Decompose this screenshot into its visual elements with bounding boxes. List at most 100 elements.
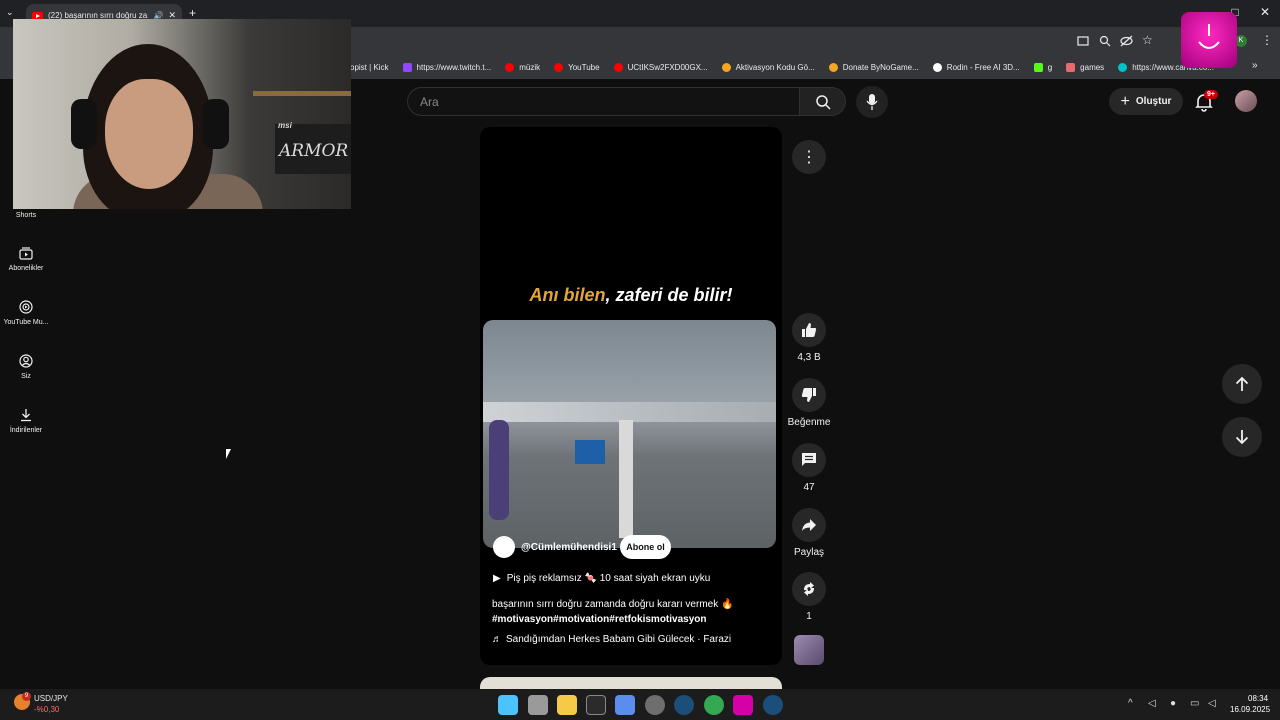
tray-overflow-icon[interactable]: ^ — [1128, 698, 1133, 709]
sidebar-item-downloads[interactable]: İndirilenler — [0, 408, 52, 434]
create-label: Oluştur — [1135, 96, 1172, 107]
dislike-button[interactable] — [792, 378, 826, 412]
bookmark-item[interactable]: opist | Kick — [350, 63, 389, 72]
clock-time[interactable]: 08:34 — [1248, 694, 1268, 703]
streamer-app-icon[interactable] — [733, 695, 753, 715]
tab-search-icon[interactable]: ⌄ — [6, 7, 14, 18]
voice-search-button[interactable] — [856, 86, 888, 118]
channel-name[interactable]: @Cümlemühendisi1 — [521, 542, 617, 553]
bookmark-item[interactable]: müzik — [505, 62, 540, 72]
sidebar-item-youtube-music[interactable]: YouTube Mu... — [0, 300, 52, 326]
shelf — [253, 91, 351, 96]
bookmark-item[interactable]: g — [1033, 62, 1052, 72]
bookmark-item[interactable]: Rodin - Free AI 3D... — [932, 62, 1020, 72]
player-figure — [489, 420, 509, 520]
more-options-button[interactable]: ⋮ — [792, 140, 826, 174]
thumbs-down-icon — [801, 388, 816, 402]
close-window-button[interactable]: ✕ — [1250, 5, 1280, 19]
install-icon[interactable] — [1077, 35, 1089, 47]
short-video-frame[interactable] — [483, 320, 776, 548]
search-input[interactable]: Ara — [407, 87, 800, 116]
sidebar-item-subscriptions[interactable]: Abonelikler — [0, 246, 52, 272]
bookmark-item[interactable]: https://www.twitch.t... — [402, 62, 491, 72]
windows-start-icon[interactable] — [498, 695, 518, 715]
remix-button[interactable] — [792, 572, 826, 606]
webcam-overlay: msi ARMOR — [13, 19, 351, 209]
bookmark-item[interactable]: Donate ByNoGame... — [828, 62, 919, 72]
comments-button[interactable] — [792, 443, 826, 477]
games-icon — [1066, 62, 1076, 72]
like-button[interactable] — [792, 313, 826, 347]
blue-container — [575, 440, 605, 464]
playlist-link[interactable]: ▶ Piş piş reklamsız 🍬 10 saat siyah ekran… — [493, 573, 710, 584]
subscribe-button[interactable]: Abone ol — [620, 535, 671, 559]
donate-icon — [828, 62, 838, 72]
steam-icon[interactable] — [674, 695, 694, 715]
previous-short-button[interactable] — [1222, 364, 1262, 404]
sidebar-item-you[interactable]: Siz — [0, 354, 52, 380]
like-count: 4,3 B — [797, 352, 821, 363]
volume-icon[interactable]: ◁ — [1208, 698, 1216, 709]
share-label: Paylaş — [793, 547, 824, 558]
epic-games-icon[interactable] — [586, 695, 606, 715]
channel-avatar[interactable] — [493, 536, 515, 558]
bookmark-item[interactable]: YouTube — [554, 62, 600, 72]
youtube-icon — [554, 62, 564, 72]
headphone-right — [203, 99, 229, 149]
monitor-brand: msi — [278, 121, 292, 130]
share-icon — [802, 519, 816, 531]
share-button[interactable] — [792, 508, 826, 542]
bookmarks-overflow-button[interactable]: » — [1252, 60, 1258, 71]
canva-icon — [1118, 62, 1128, 72]
short-hashtags[interactable]: #motivasyon#motivation#retfokismotivasyo… — [492, 614, 707, 625]
file-explorer-icon[interactable] — [557, 695, 577, 715]
steam-icon-2[interactable] — [763, 695, 783, 715]
headphone-left — [71, 99, 97, 149]
stock-widget-name[interactable]: USD/JPY — [34, 694, 68, 703]
headline-highlight: Anı bilen — [529, 285, 606, 305]
you-icon — [19, 354, 33, 368]
twitch-icon — [402, 62, 412, 72]
youtube-music-icon — [19, 300, 33, 314]
monitor-model: ARMOR — [279, 141, 349, 161]
widget-badge: 9 — [22, 692, 31, 701]
bookmark-item[interactable]: games — [1066, 62, 1104, 72]
music-link[interactable]: ♬ Sandığımdan Herkes Babam Gibi Gülecek ·… — [492, 634, 731, 645]
background-buildings — [483, 402, 776, 422]
sidebar-item-shorts[interactable]: Shorts — [0, 212, 52, 219]
plus-icon: + — [1120, 92, 1130, 110]
rodin-icon — [932, 62, 942, 72]
search-button[interactable] — [800, 87, 846, 116]
streamer-logo — [1181, 12, 1237, 68]
copilot-icon[interactable] — [615, 695, 635, 715]
stock-widget-change: -%0,30 — [34, 705, 60, 714]
task-view-icon[interactable] — [528, 695, 548, 715]
comment-count: 47 — [803, 482, 815, 493]
chrome-icon[interactable] — [704, 695, 724, 715]
key-icon — [721, 62, 731, 72]
github-desktop-icon[interactable] — [645, 695, 665, 715]
mouse-cursor — [226, 449, 236, 459]
zoom-icon[interactable] — [1099, 35, 1111, 47]
network-icon[interactable]: ▭ — [1190, 698, 1199, 709]
account-avatar[interactable] — [1235, 90, 1257, 112]
smiley-icon — [1198, 24, 1220, 49]
new-tab-button[interactable]: + — [189, 6, 196, 20]
next-short-button[interactable] — [1222, 417, 1262, 457]
sound-thumbnail[interactable] — [794, 635, 824, 665]
arrow-up-icon — [1235, 376, 1249, 391]
chrome-menu-icon[interactable]: ⋮ — [1261, 33, 1273, 47]
youtube-icon — [613, 62, 623, 72]
short-headline: Anı bilen, zaferi de bilir! — [480, 285, 782, 306]
speaker-icon[interactable]: ◁ — [1148, 698, 1156, 709]
eye-off-icon[interactable] — [1120, 35, 1133, 47]
create-button[interactable]: + Oluştur — [1109, 88, 1183, 115]
microphone-icon — [866, 94, 878, 110]
remix-icon — [804, 582, 814, 596]
bookmark-item[interactable]: UCtIKSw2FXD00GX... — [613, 62, 708, 72]
microphone-tray-icon[interactable]: ● — [1170, 698, 1176, 709]
clock-date[interactable]: 16.09.2025 — [1230, 705, 1270, 714]
bookmark-star-icon[interactable]: ☆ — [1142, 33, 1153, 47]
headline-rest: , zaferi de bilir! — [605, 285, 733, 305]
bookmark-item[interactable]: Aktivasyon Kodu Gö... — [721, 62, 815, 72]
